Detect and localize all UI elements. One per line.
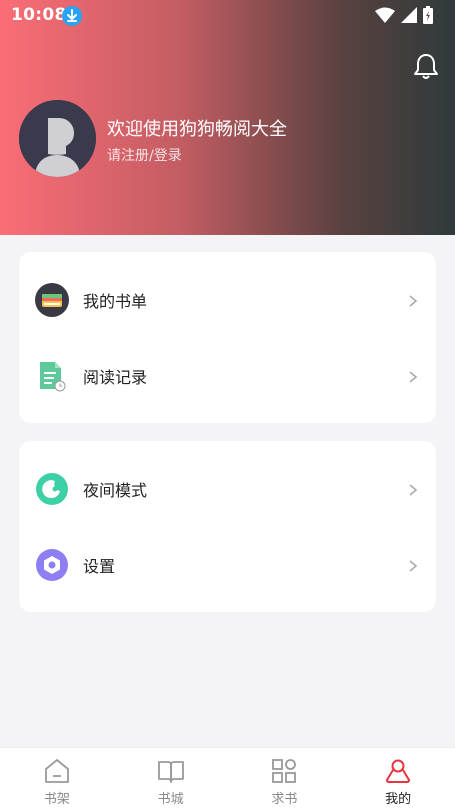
menu-item-night-mode[interactable]: 夜间模式 [19, 459, 436, 519]
battery-icon [423, 6, 433, 24]
status-time: 10:08 [11, 5, 67, 25]
menu-card-library: 我的书单 阅读记录 [19, 252, 436, 423]
profile-icon [386, 759, 411, 783]
menu-item-booklist[interactable]: 我的书单 [19, 270, 436, 330]
status-icons [375, 6, 433, 24]
wifi-icon [375, 7, 395, 23]
settings-icon [35, 548, 69, 582]
menu-item-reading-history[interactable]: 阅读记录 [19, 346, 436, 406]
download-icon [62, 6, 82, 26]
tab-profile[interactable]: 我的 [341, 748, 455, 809]
tab-label: 求书 [271, 792, 298, 807]
menu-item-label: 设置 [83, 557, 116, 576]
chevron-right-icon [408, 293, 418, 307]
profile-header: 10:08 欢迎使用狗狗畅阅大全 请注册/登录 [0, 0, 455, 235]
tab-label: 书城 [157, 792, 184, 807]
menu-item-settings[interactable]: 设置 [19, 535, 436, 595]
notification-bell-icon[interactable] [413, 52, 439, 80]
login-register-link[interactable]: 请注册/登录 [107, 145, 182, 165]
avatar[interactable] [19, 100, 96, 177]
welcome-text: 欢迎使用狗狗畅阅大全 [107, 119, 287, 140]
request-book-icon [272, 759, 297, 783]
booklist-icon [35, 283, 69, 317]
tab-bookshelf[interactable]: 书架 [0, 748, 114, 809]
menu-item-label: 我的书单 [83, 292, 148, 311]
chevron-right-icon [408, 558, 418, 572]
chevron-right-icon [408, 369, 418, 383]
menu-item-label: 阅读记录 [83, 368, 148, 387]
tab-request-book[interactable]: 求书 [228, 748, 342, 809]
tab-label: 我的 [385, 792, 412, 807]
tab-bookstore[interactable]: 书城 [114, 748, 228, 809]
signal-icon [401, 7, 417, 23]
night-mode-icon [35, 472, 69, 506]
menu-item-label: 夜间模式 [83, 481, 148, 500]
bottom-tab-bar: 书架 书城 求书 我的 [0, 747, 455, 809]
menu-card-settings: 夜间模式 设置 [19, 441, 436, 612]
reading-history-icon [35, 359, 69, 393]
status-bar: 10:08 [0, 0, 455, 32]
chevron-right-icon [408, 482, 418, 496]
bookshelf-icon [44, 759, 69, 783]
tab-label: 书架 [43, 792, 70, 807]
bookstore-icon [157, 761, 184, 783]
